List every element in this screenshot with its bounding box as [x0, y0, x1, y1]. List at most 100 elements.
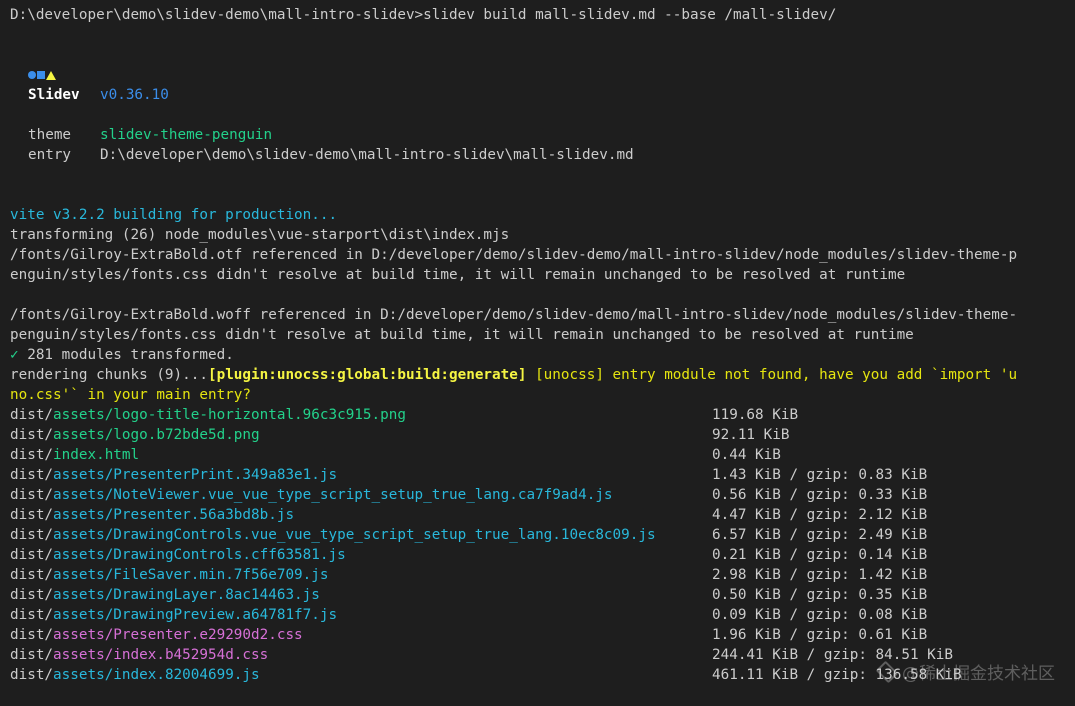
rendering-prefix: rendering chunks (9)...: [10, 367, 208, 383]
file-dir: dist/: [10, 507, 54, 523]
output-file-list: dist/assets/logo-title-horizontal.96c3c9…: [10, 405, 1075, 685]
file-name: assets/DrawingControls.vue_vue_type_scri…: [53, 527, 656, 543]
output-file-row: dist/index.html 0.44 KiB: [10, 445, 1075, 465]
app-name: Slidev: [28, 87, 80, 103]
file-size: 2.98 KiB / gzip: 1.42 KiB: [712, 567, 928, 583]
output-file-row: dist/assets/logo.b72bde5d.png 92.11 KiB: [10, 425, 1075, 445]
woff-warning-line-1: /fonts/Gilroy-ExtraBold.woff referenced …: [10, 307, 1018, 323]
otf-warning-line-1: /fonts/Gilroy-ExtraBold.otf referenced i…: [10, 247, 1018, 263]
unocss-warning-1: [unocss] entry module not found, have yo…: [526, 367, 1018, 383]
file-path: dist/assets/index.b452954d.css: [10, 645, 712, 665]
file-dir: dist/: [10, 567, 54, 583]
file-dir: dist/: [10, 607, 54, 623]
file-size: 1.43 KiB / gzip: 0.83 KiB: [712, 467, 928, 483]
file-path: dist/assets/Presenter.e29290d2.css: [10, 625, 712, 645]
modules-transformed-text: 281 modules transformed.: [18, 347, 234, 363]
file-dir: dist/: [10, 587, 54, 603]
file-size: 6.57 KiB / gzip: 2.49 KiB: [712, 527, 928, 543]
entry-row: entry D:\developer\demo\slidev-demo\mall-…: [10, 145, 1075, 165]
output-file-row: dist/assets/FileSaver.min.7f56e709.js 2.9…: [10, 565, 1075, 585]
file-path: dist/assets/DrawingControls.vue_vue_type…: [10, 525, 712, 545]
file-dir: dist/: [10, 547, 54, 563]
command-line: D:\developer\demo\slidev-demo\mall-intro…: [10, 5, 1075, 25]
file-dir: dist/: [10, 667, 54, 683]
file-path: dist/assets/Presenter.56a3bd8b.js: [10, 505, 712, 525]
plugin-tag: [plugin:unocss:global:build:generate]: [207, 367, 527, 383]
file-name: assets/Presenter.e29290d2.css: [53, 627, 303, 643]
watermark-text: @稀土掘金技术社区: [902, 664, 1055, 684]
rendering-line: rendering chunks (9)...[plugin:unocss:gl…: [10, 365, 1075, 385]
file-name: assets/NoteViewer.vue_vue_type_script_se…: [53, 487, 613, 503]
vite-build-line: vite v3.2.2 building for production...: [10, 207, 338, 223]
modules-transformed-line: ✓ 281 modules transformed.: [10, 345, 1075, 365]
unocss-warning-2: no.css'` in your main entry?: [10, 387, 252, 403]
file-name: assets/PresenterPrint.349a83e1.js: [53, 467, 338, 483]
file-name: assets/DrawingControls.cff63581.js: [53, 547, 346, 563]
transforming-line: transforming (26) node_modules\vue-starp…: [10, 227, 510, 243]
file-size: 4.47 KiB / gzip: 2.12 KiB: [712, 507, 928, 523]
file-size: 0.09 KiB / gzip: 0.08 KiB: [712, 607, 928, 623]
file-name: assets/logo.b72bde5d.png: [53, 427, 260, 443]
file-dir: dist/: [10, 647, 54, 663]
entry-value: D:\developer\demo\slidev-demo\mall-intro…: [100, 147, 634, 163]
otf-warning-line-2: enguin/styles/fonts.css didn't resolve a…: [10, 267, 906, 283]
output-file-row: dist/assets/PresenterPrint.349a83e1.js 1.…: [10, 465, 1075, 485]
file-dir: dist/: [10, 427, 54, 443]
file-path: dist/assets/NoteViewer.vue_vue_type_scri…: [10, 485, 712, 505]
file-dir: dist/: [10, 467, 54, 483]
command-text: slidev build mall-slidev.md --base /mall…: [423, 7, 837, 23]
file-size: 119.68 KiB: [712, 407, 799, 423]
app-version: v0.36.10: [100, 87, 169, 103]
check-icon: ✓: [10, 347, 19, 363]
file-path: dist/assets/FileSaver.min.7f56e709.js: [10, 565, 712, 585]
file-name: index.html: [53, 447, 140, 463]
file-dir: dist/: [10, 627, 54, 643]
output-file-row: dist/assets/NoteViewer.vue_vue_type_scri…: [10, 485, 1075, 505]
file-path: dist/assets/DrawingPreview.a64781f7.js: [10, 605, 712, 625]
entry-label: entry: [28, 147, 72, 163]
file-name: assets/index.b452954d.css: [53, 647, 269, 663]
file-path: dist/assets/DrawingLayer.8ac14463.js: [10, 585, 712, 605]
file-name: assets/index.82004699.js: [53, 667, 260, 683]
file-path: dist/assets/logo-title-horizontal.96c3c9…: [10, 405, 712, 425]
theme-value: slidev-theme-penguin: [100, 127, 273, 143]
file-path: dist/assets/DrawingControls.cff63581.js: [10, 545, 712, 565]
file-dir: dist/: [10, 487, 54, 503]
file-dir: dist/: [10, 527, 54, 543]
file-size: 1.96 KiB / gzip: 0.61 KiB: [712, 627, 928, 643]
terminal-output[interactable]: D:\developer\demo\slidev-demo\mall-intro…: [0, 0, 1075, 706]
output-file-row: dist/assets/Presenter.e29290d2.css 1.96 K…: [10, 625, 1075, 645]
file-size: 0.44 KiB: [712, 447, 781, 463]
output-file-row: dist/assets/DrawingLayer.8ac14463.js 0.50…: [10, 585, 1075, 605]
output-file-row: dist/assets/logo-title-horizontal.96c3c9…: [10, 405, 1075, 425]
file-path: dist/index.html: [10, 445, 712, 465]
file-size: 0.50 KiB / gzip: 0.35 KiB: [712, 587, 928, 603]
command-prompt: D:\developer\demo\slidev-demo\mall-intro…: [10, 7, 424, 23]
file-dir: dist/: [10, 447, 54, 463]
output-file-row: dist/assets/DrawingControls.cff63581.js 0…: [10, 545, 1075, 565]
file-dir: dist/: [10, 407, 54, 423]
output-file-row: dist/assets/DrawingControls.vue_vue_type…: [10, 525, 1075, 545]
file-name: assets/DrawingPreview.a64781f7.js: [53, 607, 338, 623]
file-path: dist/assets/PresenterPrint.349a83e1.js: [10, 465, 712, 485]
file-name: assets/Presenter.56a3bd8b.js: [53, 507, 295, 523]
file-name: assets/FileSaver.min.7f56e709.js: [53, 567, 329, 583]
watermark: @稀土掘金技术社区: [875, 659, 1055, 684]
file-size: 0.21 KiB / gzip: 0.14 KiB: [712, 547, 928, 563]
woff-warning-line-2: penguin/styles/fonts.css didn't resolve …: [10, 327, 914, 343]
file-size: 92.11 KiB: [712, 427, 790, 443]
theme-row: theme slidev-theme-penguin: [10, 125, 1075, 145]
file-path: dist/assets/index.82004699.js: [10, 665, 712, 685]
triangle-icon: [46, 70, 56, 80]
file-name: assets/logo-title-horizontal.96c3c915.pn…: [53, 407, 406, 423]
theme-label: theme: [28, 127, 72, 143]
output-file-row: dist/assets/DrawingPreview.a64781f7.js 0.…: [10, 605, 1075, 625]
file-name: assets/DrawingLayer.8ac14463.js: [53, 587, 320, 603]
banner-title: Slidev v0.36.10: [10, 85, 1075, 105]
file-path: dist/assets/logo.b72bde5d.png: [10, 425, 712, 445]
